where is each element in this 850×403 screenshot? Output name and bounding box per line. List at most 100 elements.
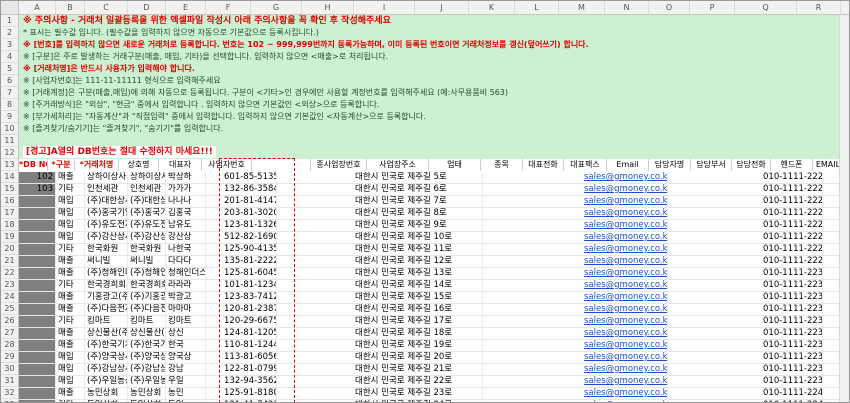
table-row[interactable]: 매입(주)대한상사(주)대한상사나나나201-81-41471대한시 민국로 제…	[19, 196, 849, 208]
column-header-g[interactable]: G	[251, 1, 302, 14]
column-header-o[interactable]: O	[649, 1, 690, 14]
row-header-25[interactable]: 25	[1, 303, 18, 315]
column-header-f[interactable]: F	[206, 1, 251, 14]
table-row[interactable]: 매출(주)한국기계(주)한국기계한국110-81-12442대한시 민국로 제주…	[19, 340, 849, 352]
vertical-scrollbar[interactable]	[839, 15, 849, 402]
cell-email[interactable]: sales@gmoney.co.kr	[582, 208, 668, 219]
column-header-d[interactable]: D	[128, 1, 166, 14]
column-header-h[interactable]: H	[302, 1, 354, 14]
table-row[interactable]: 매입(주)강남상사(주)강남상사강남122-81-07995대한시 민국로 제주…	[19, 364, 849, 376]
row-header-5[interactable]: 5	[1, 63, 18, 75]
row-header-1[interactable]: 1	[1, 15, 18, 27]
cell-email[interactable]: sales@gmoney.co.kr	[582, 316, 668, 327]
row-header-24[interactable]: 24	[1, 291, 18, 303]
row-header-20[interactable]: 20	[1, 243, 18, 255]
row-header-29[interactable]: 29	[1, 351, 18, 363]
column-header-q[interactable]: Q	[735, 1, 797, 14]
cell-email[interactable]: sales@gmoney.co.kr	[582, 220, 668, 231]
table-row[interactable]: 매출(주)다음전자(주)다음전자마마마120-81-23873대한시 민국로 제…	[19, 304, 849, 316]
row-header-14[interactable]: 14	[1, 171, 18, 183]
row-header-2[interactable]: 2	[1, 27, 18, 39]
cell-corp: (주)강산상사	[128, 232, 166, 243]
column-header-p[interactable]: P	[690, 1, 735, 14]
row-header-31[interactable]: 31	[1, 375, 18, 387]
row-header-26[interactable]: 26	[1, 315, 18, 327]
row-header-12[interactable]: 12	[1, 147, 18, 159]
column-header-r[interactable]: R	[797, 1, 841, 14]
table-row[interactable]: 매입(주)유도전자(주)유도전자남유도123-81-13262대한시 민국로 제…	[19, 220, 849, 232]
select-all-corner[interactable]	[1, 1, 19, 14]
row-header-13[interactable]: 13	[1, 159, 18, 171]
cell-email[interactable]: sales@gmoney.co.kr	[582, 244, 668, 255]
cell-email[interactable]: sales@gmoney.co.kr	[582, 364, 668, 375]
table-row[interactable]: 매출농민상회농민상회농민125-91-81805대한시 민국로 제주길 23로s…	[19, 388, 849, 400]
column-header-b[interactable]: B	[56, 1, 85, 14]
cell-email[interactable]: sales@gmoney.co.kr	[582, 340, 668, 351]
table-row[interactable]: 102매출상하이상사상하이상사박상하601-85-51352대한시 민국로 제주…	[19, 172, 849, 184]
cell-email[interactable]: sales@gmoney.co.kr	[582, 376, 668, 387]
cell-email[interactable]: sales@gmoney.co.kr	[582, 268, 668, 279]
cell-db	[19, 316, 56, 327]
cell-email[interactable]: sales@gmoney.co.kr	[582, 388, 668, 399]
column-header-m[interactable]: M	[559, 1, 605, 14]
row-header-7[interactable]: 7	[1, 87, 18, 99]
note-line: ※ [거래계정]은 구분(매출,매입)에 의해 자동으로 등록됩니다. 구분이 …	[23, 88, 509, 97]
row-header-27[interactable]: 27	[1, 327, 18, 339]
cell-email[interactable]: sales@gmoney.co.kr	[582, 280, 668, 291]
column-header-n[interactable]: N	[605, 1, 649, 14]
cell-email[interactable]: sales@gmoney.co.kr	[582, 292, 668, 303]
cell-phone: 010-1111-2236	[763, 340, 823, 351]
table-row[interactable]: 기타한국화원한국화원나한국125-90-41354대한시 민국로 제주길 11로…	[19, 244, 849, 256]
row-header-17[interactable]: 17	[1, 207, 18, 219]
row-header-8[interactable]: 8	[1, 99, 18, 111]
table-row[interactable]: 매출(주)청해인더스(주)청해인더스청해인더스125-81-60456대한시 민…	[19, 268, 849, 280]
row-header-19[interactable]: 19	[1, 231, 18, 243]
row-header-10[interactable]: 10	[1, 123, 18, 135]
column-title: 담당부서	[691, 159, 732, 171]
row-header-32[interactable]: 32	[1, 387, 18, 399]
row-header-23[interactable]: 23	[1, 279, 18, 291]
column-header-l[interactable]: L	[515, 1, 559, 14]
row-header-11[interactable]: 11	[1, 135, 18, 147]
cell-email[interactable]: sales@gmoney.co.kr	[582, 256, 668, 267]
cell-email[interactable]: sales@gmoney.co.kr	[582, 172, 668, 183]
cell-email[interactable]: sales@gmoney.co.kr	[582, 184, 668, 195]
table-row[interactable]: 매입(주)홍국기업(주)홍국기업김홍국203-81-30209대한시 민국로 제…	[19, 208, 849, 220]
row-header-15[interactable]: 15	[1, 183, 18, 195]
row-header-4[interactable]: 4	[1, 51, 18, 63]
cell-email[interactable]: sales@gmoney.co.kr	[582, 232, 668, 243]
table-row[interactable]: 매출상신물산(주)상신물산(주)상신124-81-12058대한시 민국로 제주…	[19, 328, 849, 340]
table-row[interactable]: 매입(주)양국상사(주)양국상사양국상113-81-60564대한시 민국로 제…	[19, 352, 849, 364]
row-header-16[interactable]: 16	[1, 195, 18, 207]
row-header-30[interactable]: 30	[1, 363, 18, 375]
column-header-c[interactable]: C	[85, 1, 128, 14]
row-header-33[interactable]: 33	[1, 399, 18, 402]
cell-db	[19, 232, 56, 243]
table-row[interactable]: 기타한국경희회사한국경희회사라라라101-81-12341대한시 민국로 제주길…	[19, 280, 849, 292]
table-row[interactable]: 매입(주)강산상사(주)강산상사강산상512-82-16904대한시 민국로 제…	[19, 232, 849, 244]
column-title: *거래처명	[75, 159, 119, 171]
row-header-28[interactable]: 28	[1, 339, 18, 351]
row-header-9[interactable]: 9	[1, 111, 18, 123]
row-header-22[interactable]: 22	[1, 267, 18, 279]
cell-addr: 대한시 민국로 제주길 16로	[353, 304, 483, 315]
column-header-a[interactable]: A	[19, 1, 56, 14]
column-header-i[interactable]: I	[354, 1, 415, 14]
cell-email[interactable]: sales@gmoney.co.kr	[582, 328, 668, 339]
row-header-3[interactable]: 3	[1, 39, 18, 51]
row-header-21[interactable]: 21	[1, 255, 18, 267]
cell-email[interactable]: sales@gmoney.co.kr	[582, 304, 668, 315]
table-row[interactable]: 103기타인천세관인천세관가가가132-86-35848대한시 민국로 제주길 …	[19, 184, 849, 196]
column-header-j[interactable]: J	[415, 1, 469, 14]
table-row[interactable]: 매출써니빌써니빌다다다135-81-22221대한시 민국로 제주길 12로sa…	[19, 256, 849, 268]
instructions-panel: ※ 주의사항 - 거래처 일괄등록을 위한 엑셀파일 작성시 아래 주의사항을 …	[19, 15, 849, 159]
cell-email[interactable]: sales@gmoney.co.kr	[582, 352, 668, 363]
table-row[interactable]: 매입(주)우일농산(주)우일농산우일132-94-35620대한시 민국로 제주…	[19, 376, 849, 388]
row-header-6[interactable]: 6	[1, 75, 18, 87]
table-row[interactable]: 기타킹마트킹마트킹마트120-29-66758대한시 민국로 제주길 17로sa…	[19, 316, 849, 328]
column-header-k[interactable]: K	[469, 1, 515, 14]
column-header-e[interactable]: E	[166, 1, 206, 14]
row-header-18[interactable]: 18	[1, 219, 18, 231]
cell-email[interactable]: sales@gmoney.co.kr	[582, 196, 668, 207]
table-row[interactable]: 매출기홍광고(주)(주)기홍광고박광고 123-83-74128 대한시 민국로 제…	[19, 292, 849, 304]
